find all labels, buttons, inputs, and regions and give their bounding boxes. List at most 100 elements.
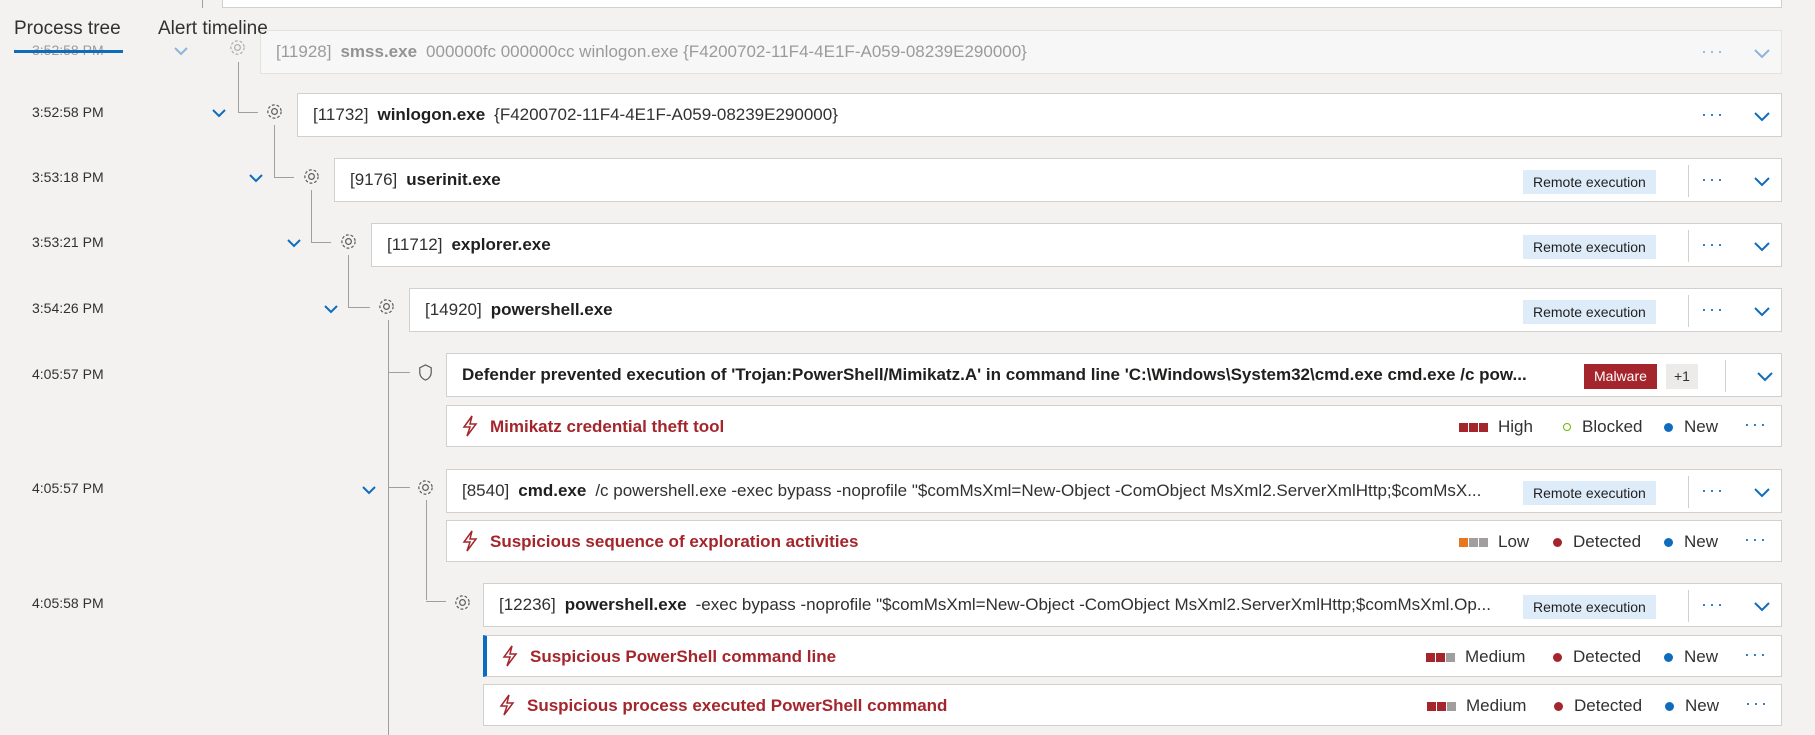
alert-row-selected[interactable]: Suspicious PowerShell command line Mediu…	[483, 635, 1782, 677]
remote-execution-badge: Remote execution	[1523, 170, 1656, 194]
expand-chevron-icon[interactable]	[1753, 44, 1771, 62]
severity-indicator: High	[1459, 417, 1533, 437]
tab-alert-timeline[interactable]: Alert timeline	[158, 18, 268, 40]
classification-label: New	[1685, 696, 1720, 715]
tab-process-tree[interactable]: Process tree	[14, 18, 121, 40]
expand-chevron-icon[interactable]	[1753, 237, 1771, 255]
severity-indicator: Medium	[1426, 647, 1525, 667]
active-tab-indicator	[14, 50, 123, 53]
process-gear-icon	[267, 104, 282, 119]
process-name: explorer.exe	[451, 235, 551, 254]
tree-connector	[348, 307, 370, 308]
status-indicator: Detected	[1553, 532, 1641, 552]
process-card-powershell-child[interactable]: [12236] powershell.exe -exec bypass -nop…	[483, 583, 1782, 627]
alert-row[interactable]: Mimikatz credential theft tool High Bloc…	[446, 405, 1782, 447]
tree-connector	[426, 500, 427, 600]
process-gear-icon	[230, 40, 245, 55]
more-actions-button[interactable]: ···	[1701, 299, 1725, 320]
more-actions-button[interactable]: ···	[1745, 693, 1769, 714]
divider	[1688, 165, 1689, 197]
detected-dot-icon	[1554, 701, 1563, 711]
process-card-powershell[interactable]: [14920] powershell.exe Remote execution …	[409, 288, 1782, 332]
tree-connector	[348, 255, 349, 307]
alert-row[interactable]: Suspicious process executed PowerShell c…	[483, 684, 1782, 726]
process-gear-icon	[418, 480, 433, 495]
divider	[1688, 590, 1689, 622]
tree-connector	[311, 242, 331, 243]
process-args: -exec bypass -noprofile "$comMsXml=New-O…	[695, 595, 1491, 614]
tree-connector	[202, 0, 203, 8]
process-card-winlogon[interactable]: [11732] winlogon.exe {F4200702-11F4-4E1F…	[297, 93, 1782, 137]
event-time: 3:54:26 PM	[32, 300, 104, 316]
alert-title: Mimikatz credential theft tool	[490, 417, 725, 436]
status-label: Detected	[1574, 696, 1643, 715]
collapse-chevron-icon[interactable]	[360, 481, 378, 499]
process-gear-icon	[304, 169, 319, 184]
defender-event-card[interactable]: Defender prevented execution of 'Trojan:…	[446, 353, 1782, 397]
status-indicator: Detected	[1554, 696, 1642, 716]
more-tags-badge[interactable]: +1	[1666, 364, 1698, 389]
divider	[1725, 360, 1726, 392]
severity-label: Low	[1498, 532, 1530, 551]
more-actions-button[interactable]: ···	[1701, 169, 1725, 190]
tree-connector	[238, 112, 258, 113]
more-actions-button[interactable]: ···	[1701, 594, 1725, 615]
defender-event-title: Defender prevented execution of 'Trojan:…	[462, 365, 1527, 384]
process-name: cmd.exe	[518, 481, 587, 500]
collapse-chevron-icon[interactable]	[322, 300, 340, 318]
alert-bolt-icon	[502, 645, 518, 667]
tree-connector	[388, 320, 389, 735]
alert-title: Suspicious PowerShell command line	[530, 647, 837, 666]
remote-execution-badge: Remote execution	[1523, 481, 1656, 505]
process-card-userinit[interactable]: [9176] userinit.exe Remote execution ···	[334, 158, 1782, 202]
tree-connector	[388, 487, 410, 488]
classification-label: New	[1684, 647, 1719, 666]
process-card-smss[interactable]: [11928] smss.exe 000000fc 000000cc winlo…	[260, 30, 1782, 74]
process-id: [11712]	[387, 235, 443, 254]
expand-chevron-icon[interactable]	[1756, 367, 1774, 385]
expand-chevron-icon[interactable]	[1753, 302, 1771, 320]
collapse-chevron-icon[interactable]	[210, 104, 228, 122]
expand-chevron-icon[interactable]	[1753, 107, 1771, 125]
more-actions-button[interactable]: ···	[1744, 414, 1768, 435]
collapse-chevron-icon[interactable]	[285, 234, 303, 252]
process-card-explorer[interactable]: [11712] explorer.exe Remote execution ··…	[371, 223, 1782, 267]
blocked-icon	[1563, 423, 1571, 431]
expand-chevron-icon[interactable]	[1753, 597, 1771, 615]
process-args: {F4200702-11F4-4E1F-A059-08239E290000}	[494, 105, 838, 124]
detected-dot-icon	[1553, 652, 1562, 662]
process-id: [11928]	[276, 42, 332, 61]
process-card-cmd[interactable]: [8540] cmd.exe /c powershell.exe -exec b…	[446, 469, 1782, 513]
collapse-chevron-icon[interactable]	[247, 169, 265, 187]
tree-connector	[388, 372, 410, 373]
expand-chevron-icon[interactable]	[1753, 172, 1771, 190]
status-label: Detected	[1573, 532, 1642, 551]
expand-chevron-icon[interactable]	[1753, 483, 1771, 501]
process-name: powershell.exe	[490, 300, 613, 319]
more-actions-button[interactable]: ···	[1701, 480, 1725, 501]
process-gear-icon	[341, 234, 356, 249]
status-label: Detected	[1573, 647, 1642, 666]
severity-indicator: Low	[1459, 532, 1529, 552]
more-actions-button[interactable]: ···	[1701, 104, 1725, 125]
process-name: smss.exe	[340, 42, 418, 61]
classification-label: New	[1684, 417, 1719, 436]
process-name: powershell.exe	[564, 595, 687, 614]
alert-bolt-icon	[499, 694, 515, 716]
alert-title: Suspicious process executed PowerShell c…	[527, 696, 948, 715]
more-actions-button[interactable]: ···	[1701, 234, 1725, 255]
process-args: 000000fc 000000cc winlogon.exe {F4200702…	[426, 42, 1027, 61]
process-id: [9176]	[350, 170, 398, 189]
tree-connector	[274, 125, 275, 177]
process-name: userinit.exe	[406, 170, 501, 189]
more-actions-button[interactable]: ···	[1744, 644, 1768, 665]
alert-row[interactable]: Suspicious sequence of exploration activ…	[446, 520, 1782, 562]
defender-shield-icon	[419, 364, 432, 381]
event-time: 4:05:57 PM	[32, 480, 104, 496]
collapse-chevron-icon[interactable]	[172, 42, 190, 60]
alert-bolt-icon	[462, 415, 478, 437]
process-args: /c powershell.exe -exec bypass -noprofil…	[595, 481, 1482, 500]
alert-bolt-icon	[462, 530, 478, 552]
more-actions-button[interactable]: ···	[1701, 41, 1725, 62]
more-actions-button[interactable]: ···	[1744, 529, 1768, 550]
